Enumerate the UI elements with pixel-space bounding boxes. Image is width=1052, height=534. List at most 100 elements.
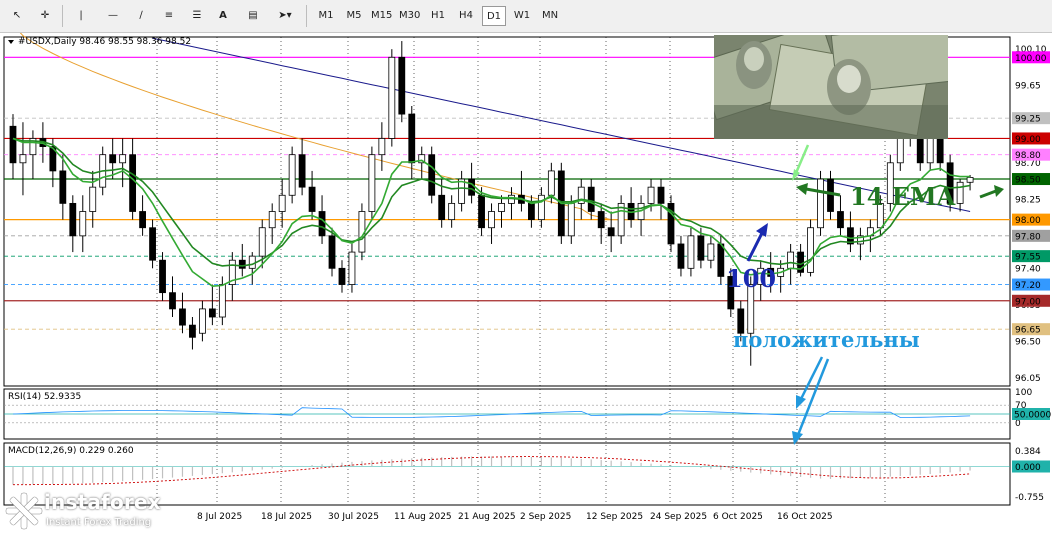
candle-body-down bbox=[139, 211, 146, 229]
candle-body-up bbox=[647, 186, 655, 204]
candle bbox=[797, 243, 804, 277]
candle-body-up bbox=[119, 154, 127, 164]
candle-body-up bbox=[218, 284, 226, 318]
candle-body-up bbox=[378, 138, 386, 156]
channel-icon[interactable]: ≡ bbox=[160, 6, 178, 26]
fibonacci-icon[interactable]: ☰ bbox=[188, 6, 206, 26]
timeframe-m1[interactable]: M1 bbox=[314, 6, 338, 26]
timeframe-m30[interactable]: M30 bbox=[396, 6, 423, 26]
text-tool-icon[interactable]: A bbox=[216, 6, 230, 26]
date-label: 21 Aug 2025 bbox=[458, 512, 516, 522]
candle bbox=[827, 170, 834, 220]
candle bbox=[378, 122, 386, 171]
candle-body-down bbox=[308, 186, 316, 212]
date-label: 16 Oct 2025 bbox=[777, 512, 833, 522]
candle-body-down bbox=[179, 308, 186, 326]
timeframe-mn[interactable]: MN bbox=[538, 6, 562, 26]
timeframe-h1[interactable]: H1 bbox=[426, 6, 450, 26]
date-label: 11 Aug 2025 bbox=[394, 512, 452, 522]
candle-body-up bbox=[199, 308, 206, 334]
arrow-14-ema-right-head bbox=[994, 185, 1004, 197]
candle-body-up bbox=[547, 170, 555, 196]
date-label: 6 Oct 2025 bbox=[713, 512, 763, 522]
shapes-dropdown-icon[interactable]: ➤▾ bbox=[272, 6, 298, 26]
candle bbox=[139, 195, 146, 236]
timeframe-m5[interactable]: M5 bbox=[342, 6, 366, 26]
candle bbox=[189, 317, 196, 350]
chart-window[interactable]: #USDX,Daily 98.46 98.55 98.36 98.52 100.1… bbox=[0, 33, 1052, 534]
candle-body-down bbox=[717, 243, 725, 277]
candle bbox=[537, 187, 545, 228]
arrow-100 bbox=[746, 232, 764, 262]
candle-body-down bbox=[398, 56, 406, 115]
logo-subtitle: Instant Forex Trading bbox=[46, 517, 152, 528]
candle bbox=[109, 138, 117, 180]
candle-body-up bbox=[288, 154, 296, 196]
candle bbox=[199, 300, 206, 342]
price-tick-label: 97.40 bbox=[1015, 264, 1041, 274]
timeframe-w1[interactable]: W1 bbox=[510, 6, 534, 26]
annotation-100: 100 bbox=[726, 264, 776, 293]
candle-body-down bbox=[438, 194, 446, 221]
candle-body-down bbox=[657, 186, 665, 204]
candle bbox=[607, 211, 615, 253]
date-label: 12 Sep 2025 bbox=[586, 512, 643, 522]
candle bbox=[787, 243, 795, 285]
candle-body-down bbox=[528, 202, 535, 221]
candle-body-down bbox=[468, 178, 475, 196]
price-level-label: 100.00 bbox=[1015, 54, 1047, 64]
candle bbox=[338, 260, 346, 293]
candle-body-down bbox=[677, 243, 685, 269]
candle-body-down bbox=[827, 178, 834, 212]
candle-body-up bbox=[807, 227, 814, 273]
timeframe-m15[interactable]: M15 bbox=[368, 6, 395, 26]
dollar-banknotes-photo bbox=[714, 35, 948, 139]
candle bbox=[208, 284, 216, 326]
candle-body-up bbox=[19, 154, 27, 164]
candle bbox=[9, 114, 17, 180]
timeframe-h4[interactable]: H4 bbox=[454, 6, 478, 26]
candle-body-down bbox=[169, 292, 176, 310]
candle-body-up bbox=[498, 202, 505, 212]
vertical-line-icon[interactable]: | bbox=[74, 6, 88, 26]
candle bbox=[488, 203, 495, 244]
ema14-line bbox=[12, 137, 971, 267]
crosshair-icon[interactable]: ✛ bbox=[36, 6, 54, 26]
candle bbox=[368, 146, 376, 220]
candle-body-up bbox=[258, 227, 266, 257]
horizontal-line-icon[interactable]: — bbox=[104, 6, 122, 26]
arrow-9-ema bbox=[794, 144, 810, 174]
candle-body-up bbox=[817, 178, 824, 229]
candle-body-up bbox=[687, 235, 695, 269]
instaforex-logo: instaforex Instant Forex Trading bbox=[0, 488, 180, 534]
candle bbox=[857, 227, 864, 261]
instaforex-logo-icon bbox=[5, 492, 43, 530]
candle-body-up bbox=[488, 211, 495, 229]
rsi-label: RSI(14) 52.9335 bbox=[8, 392, 81, 402]
candle-body-up bbox=[707, 243, 715, 261]
price-level-label: 97.80 bbox=[1015, 232, 1041, 242]
candle bbox=[298, 138, 306, 196]
candle bbox=[19, 122, 27, 196]
rsi-tick-label: 100 bbox=[1015, 388, 1032, 398]
macd-label: MACD(12,26,9) 0.229 0.260 bbox=[8, 446, 134, 456]
rsi-level-label: 50.0000 bbox=[1014, 411, 1051, 421]
candle-body-down bbox=[587, 186, 595, 212]
candle bbox=[268, 203, 276, 244]
cursor-icon[interactable]: ↖ bbox=[8, 6, 26, 26]
candle bbox=[458, 170, 466, 212]
label-tool-icon[interactable]: ▤ bbox=[244, 6, 262, 26]
candle-body-down bbox=[408, 113, 416, 164]
candle-body-down bbox=[837, 211, 844, 229]
candle-body-down bbox=[298, 154, 306, 188]
candle bbox=[667, 195, 675, 253]
candle bbox=[59, 154, 67, 220]
candle-body-down bbox=[59, 170, 67, 204]
arrow-positive-rsi-head bbox=[796, 395, 806, 409]
timeframe-d1[interactable]: D1 bbox=[482, 6, 506, 26]
candle-body-down bbox=[338, 267, 346, 285]
macd-zero-label: 0.000 bbox=[1015, 463, 1041, 473]
header-triangle-icon bbox=[8, 40, 14, 44]
trendline-icon[interactable]: ∕ bbox=[132, 6, 150, 26]
price-level-label: 99.25 bbox=[1015, 115, 1041, 125]
